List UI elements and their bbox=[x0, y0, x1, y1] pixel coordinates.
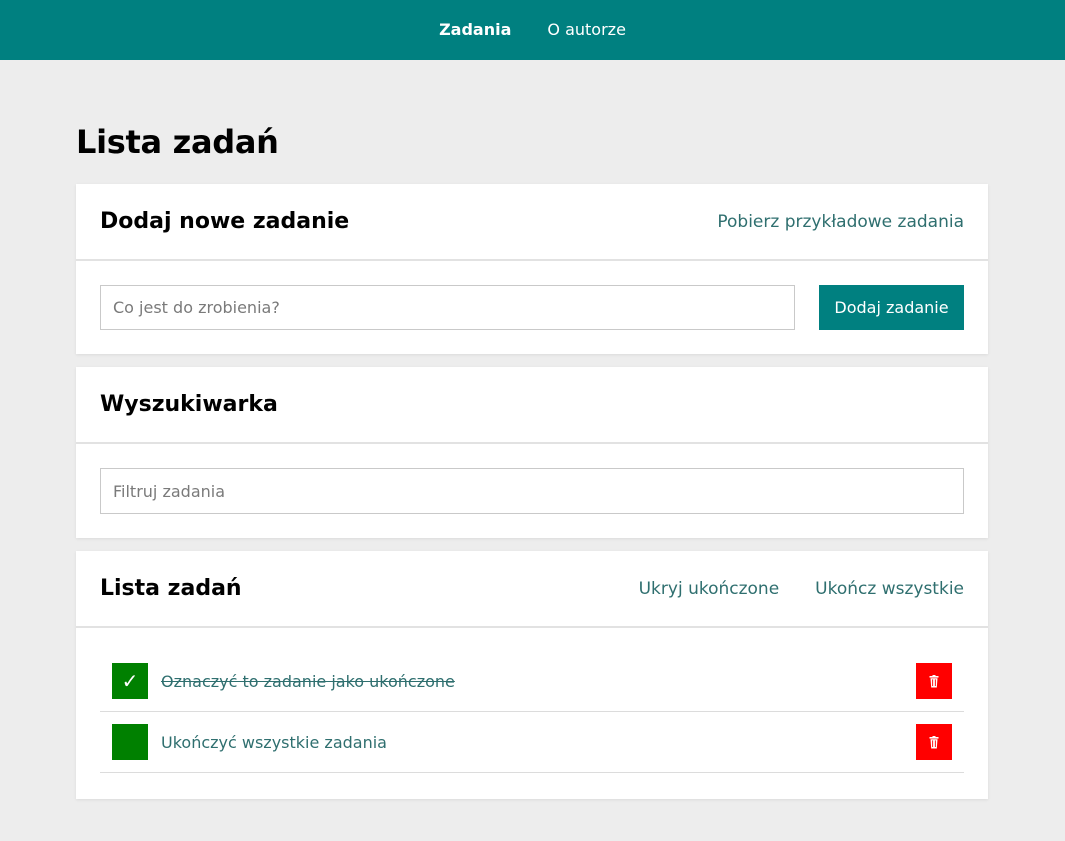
nav-item-zadania[interactable]: Zadania bbox=[439, 22, 511, 38]
task-checkbox[interactable]: ✓ bbox=[112, 663, 148, 699]
delete-task-button[interactable] bbox=[916, 663, 952, 699]
complete-all-link[interactable]: Ukończ wszystkie bbox=[815, 579, 964, 599]
task-list-card: Lista zadań Ukryj ukończone Ukończ wszys… bbox=[76, 551, 988, 799]
trash-icon bbox=[929, 674, 939, 687]
new-task-input[interactable] bbox=[100, 285, 795, 330]
search-card: Wyszukiwarka bbox=[76, 367, 988, 538]
trash-icon bbox=[929, 735, 939, 748]
add-task-card-header: Dodaj nowe zadanie Pobierz przykładowe z… bbox=[76, 184, 988, 261]
search-title: Wyszukiwarka bbox=[100, 392, 278, 417]
task-text: Ukończyć wszystkie zadania bbox=[161, 732, 387, 752]
task-checkbox[interactable] bbox=[112, 724, 148, 760]
task-list-title: Lista zadań bbox=[100, 576, 242, 601]
task-text: Oznaczyć to zadanie jako ukończone bbox=[161, 671, 455, 691]
task-item: ✓ Oznaczyć to zadanie jako ukończone bbox=[100, 651, 964, 712]
top-nav: Zadania O autorze bbox=[0, 0, 1065, 60]
checkmark-icon: ✓ bbox=[121, 669, 139, 693]
page-title: Lista zadań bbox=[76, 123, 279, 161]
task-item: Ukończyć wszystkie zadania bbox=[100, 712, 964, 773]
search-card-body bbox=[76, 444, 988, 538]
add-task-card: Dodaj nowe zadanie Pobierz przykładowe z… bbox=[76, 184, 988, 354]
hide-completed-link[interactable]: Ukryj ukończone bbox=[639, 579, 780, 599]
fetch-sample-tasks-link[interactable]: Pobierz przykładowe zadania bbox=[717, 212, 964, 232]
filter-tasks-input[interactable] bbox=[100, 468, 964, 514]
delete-task-button[interactable] bbox=[916, 724, 952, 760]
add-task-row: Dodaj zadanie bbox=[100, 285, 964, 330]
add-task-title: Dodaj nowe zadanie bbox=[100, 209, 350, 234]
task-list: ✓ Oznaczyć to zadanie jako ukończone Uko… bbox=[76, 628, 988, 797]
add-task-card-body: Dodaj zadanie bbox=[76, 261, 988, 354]
task-list-actions: Ukryj ukończone Ukończ wszystkie bbox=[639, 579, 964, 599]
add-task-button[interactable]: Dodaj zadanie bbox=[819, 285, 964, 330]
task-list-card-header: Lista zadań Ukryj ukończone Ukończ wszys… bbox=[76, 551, 988, 628]
search-card-header: Wyszukiwarka bbox=[76, 367, 988, 444]
nav-item-o-autorze[interactable]: O autorze bbox=[547, 22, 626, 38]
